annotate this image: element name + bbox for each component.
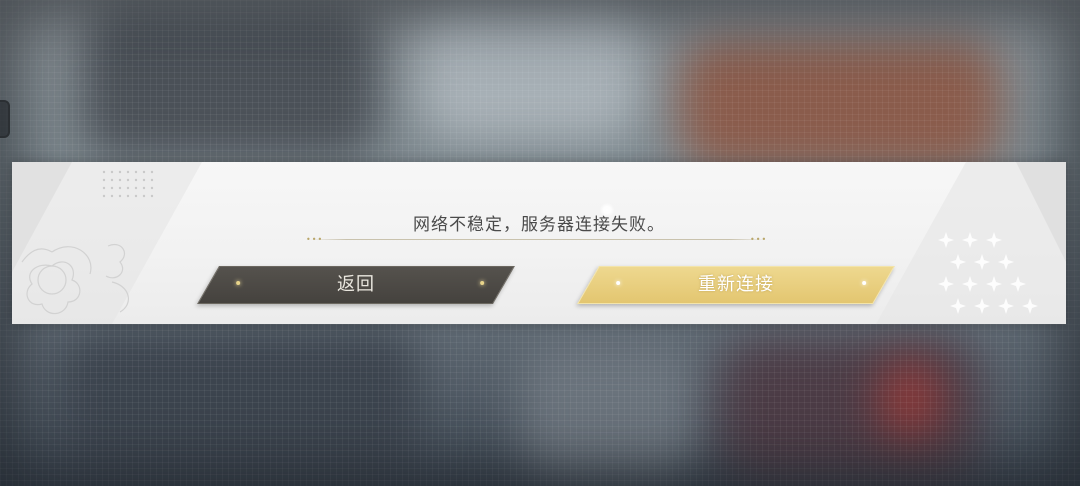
message-divider	[310, 239, 766, 240]
flower-outline-icon	[12, 162, 202, 324]
sparkle-icon	[600, 203, 614, 217]
reconnect-button-label: 重新连接	[698, 274, 774, 295]
divider-dots-right-icon: •••	[750, 235, 768, 244]
glint-icon	[862, 281, 867, 285]
reconnect-button[interactable]: 重新连接	[577, 266, 895, 304]
glint-icon	[480, 281, 485, 285]
error-message: 网络不稳定，服务器连接失败。	[413, 215, 665, 235]
back-button[interactable]: 返回	[197, 266, 515, 304]
back-button-label: 返回	[337, 274, 375, 295]
star-pattern-icon	[876, 162, 1066, 324]
side-edge-tab[interactable]	[0, 100, 10, 138]
network-error-dialog: 网络不稳定，服务器连接失败。 ••• ••• 返回 重新连接	[12, 162, 1066, 324]
divider-dots-left-icon: •••	[306, 235, 324, 244]
